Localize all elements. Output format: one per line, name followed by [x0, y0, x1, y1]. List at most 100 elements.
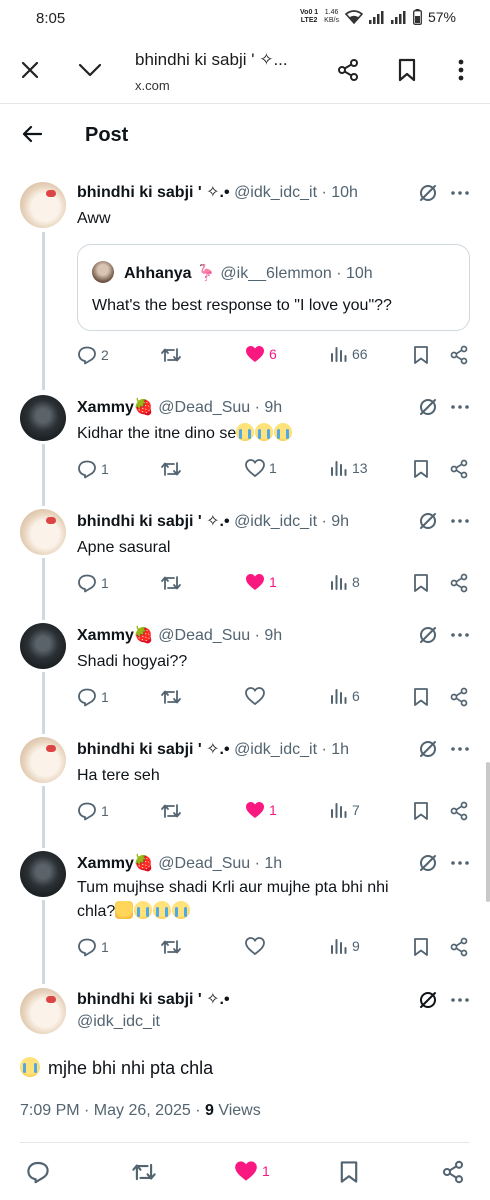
repost-icon [161, 576, 181, 590]
share-icon[interactable] [333, 55, 363, 85]
share-button[interactable] [449, 459, 469, 479]
back-arrow-icon[interactable] [18, 120, 46, 148]
like-button[interactable]: 1 [245, 573, 277, 591]
views-button[interactable]: 9 [330, 937, 360, 955]
reply-text: Apne sasural [77, 539, 171, 556]
avatar[interactable] [20, 851, 66, 897]
quoted-tweet[interactable]: Ahhanya 🦩 @ik__6lemmon · 10h What's the … [77, 244, 470, 331]
heart-icon [246, 802, 264, 818]
repost-button[interactable] [160, 345, 182, 365]
author-name[interactable]: Xammy🍓 [77, 399, 154, 416]
more-horizontal-icon[interactable] [450, 511, 470, 531]
share-button[interactable] [441, 1160, 465, 1184]
more-horizontal-icon[interactable] [450, 397, 470, 417]
avatar[interactable] [20, 988, 66, 1034]
repost-button[interactable] [160, 801, 182, 821]
like-count: 1 [262, 1163, 270, 1179]
repost-button[interactable] [131, 1160, 157, 1184]
main-post-text: mjhe bhi nhi pta chla [48, 1058, 214, 1078]
reply-text: Shadi hogyai?? [77, 653, 188, 670]
bookmark-button[interactable] [413, 345, 429, 365]
grok-icon[interactable] [418, 511, 438, 531]
reply-count: 1 [101, 689, 109, 705]
reply-button[interactable]: 2 [77, 345, 109, 365]
reply-button[interactable]: 1 [77, 801, 109, 821]
views-icon [331, 803, 347, 818]
repost-button[interactable] [160, 937, 182, 957]
views-button[interactable]: 13 [330, 459, 368, 477]
loudly-crying-emoji [274, 423, 293, 441]
divider [20, 1142, 470, 1143]
views-button[interactable]: 66 [330, 345, 368, 363]
more-horizontal-icon[interactable] [450, 990, 470, 1010]
author-name[interactable]: bhindhi ki sabji ' ✧.• [77, 989, 230, 1009]
author-name[interactable]: bhindhi ki sabji ' ✧.• [77, 513, 230, 530]
more-horizontal-icon[interactable] [450, 853, 470, 873]
bookmark-button[interactable] [413, 687, 429, 707]
heart-icon [245, 937, 265, 955]
author-name[interactable]: Xammy🍓 [77, 855, 154, 872]
reply-button[interactable]: 1 [77, 459, 109, 479]
close-icon[interactable] [15, 55, 45, 85]
like-count: 1 [269, 574, 277, 590]
reply-icon [78, 460, 96, 479]
avatar[interactable] [20, 509, 66, 555]
like-button[interactable]: 6 [245, 345, 277, 363]
share-icon [450, 937, 468, 957]
grok-icon[interactable] [418, 625, 438, 645]
more-horizontal-icon[interactable] [450, 625, 470, 645]
reply-button[interactable]: 1 [77, 937, 109, 957]
bookmark-button[interactable] [413, 459, 429, 479]
chevron-down-icon[interactable] [75, 55, 105, 85]
author-handle[interactable]: @idk_idc_it [77, 1013, 160, 1031]
reply-button[interactable]: 1 [77, 687, 109, 707]
bookmark-button[interactable] [413, 573, 429, 593]
repost-button[interactable] [160, 459, 182, 479]
avatar[interactable] [20, 395, 66, 441]
bookmark-button[interactable] [339, 1160, 359, 1184]
heart-icon [246, 574, 264, 590]
repost-button[interactable] [160, 573, 182, 593]
grok-icon[interactable] [418, 990, 438, 1010]
bookmark-icon[interactable] [392, 55, 422, 85]
more-vertical-icon[interactable] [446, 55, 476, 85]
like-button[interactable]: 1 [245, 459, 277, 477]
reply-text-block: Kidhar the itne dino se [77, 423, 293, 445]
like-button[interactable] [245, 937, 269, 955]
repost-button[interactable] [160, 687, 182, 707]
views-label: Views [213, 1102, 261, 1119]
author-name[interactable]: bhindhi ki sabji ' ✧.• [77, 741, 230, 758]
avatar[interactable] [20, 737, 66, 783]
reply-button[interactable] [26, 1160, 50, 1184]
avatar[interactable] [20, 623, 66, 669]
grok-icon[interactable] [418, 739, 438, 759]
share-button[interactable] [449, 573, 469, 593]
views-button[interactable]: 6 [330, 687, 360, 705]
views-button[interactable]: 7 [330, 801, 360, 819]
bookmark-button[interactable] [413, 801, 429, 821]
scrollbar[interactable] [486, 762, 490, 902]
more-horizontal-icon[interactable] [450, 739, 470, 759]
share-button[interactable] [449, 801, 469, 821]
bookmark-button[interactable] [413, 937, 429, 957]
avatar[interactable] [20, 182, 66, 228]
repost-icon [161, 804, 181, 818]
author-name[interactable]: bhindhi ki sabji ' ✧.• [77, 184, 230, 201]
views-button[interactable]: 8 [330, 573, 360, 591]
share-button[interactable] [449, 345, 469, 365]
like-count: 6 [269, 346, 277, 362]
author-name[interactable]: Xammy🍓 [77, 627, 154, 644]
like-button[interactable] [245, 687, 269, 705]
share-button[interactable] [449, 687, 469, 707]
more-horizontal-icon[interactable] [450, 183, 470, 203]
grok-icon[interactable] [418, 853, 438, 873]
reply-button[interactable]: 1 [77, 573, 109, 593]
grok-icon[interactable] [418, 397, 438, 417]
timestamp-text[interactable]: 7:09 PM · May 26, 2025 · [20, 1102, 205, 1119]
reply-text: Kidhar the itne dino se [77, 425, 237, 442]
share-button[interactable] [449, 937, 469, 957]
grok-icon[interactable] [418, 183, 438, 203]
heart-icon [246, 346, 264, 362]
like-button[interactable]: 1 [234, 1160, 270, 1182]
like-button[interactable]: 1 [245, 801, 277, 819]
